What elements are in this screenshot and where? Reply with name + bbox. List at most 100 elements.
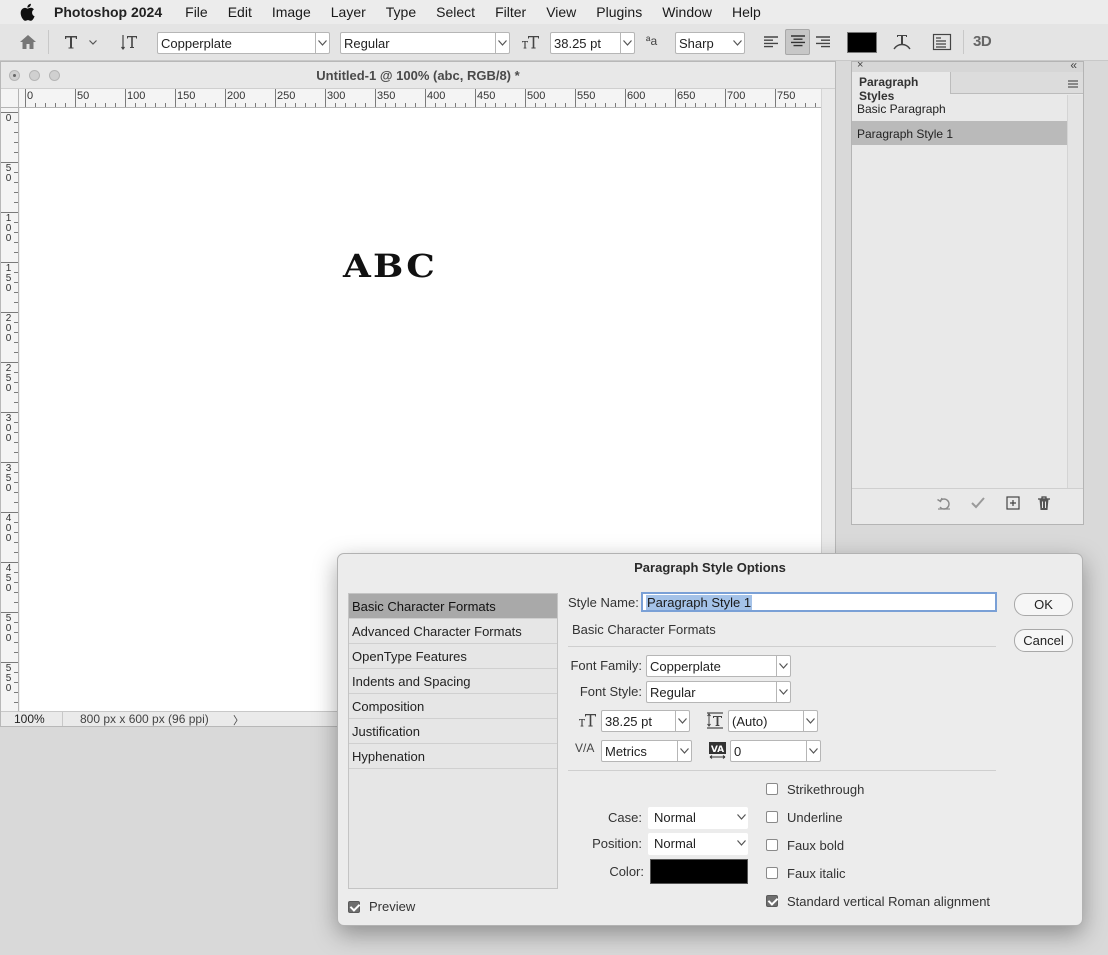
ruler-tick [725, 89, 726, 107]
font-size-dropdown[interactable]: 38.25 pt [601, 710, 690, 732]
faux-bold-label: Faux bold [787, 838, 845, 853]
align-right-icon[interactable] [812, 32, 834, 54]
align-center-icon[interactable] [785, 29, 810, 55]
menu-window[interactable]: Window [662, 4, 712, 20]
zoom-level[interactable]: 100% [14, 712, 45, 726]
cancel-button[interactable]: Cancel [1014, 629, 1073, 652]
ruler-tick [14, 522, 18, 523]
ruler-tick [14, 222, 18, 223]
style-item-basic-paragraph[interactable]: Basic Paragraph [852, 96, 1067, 120]
menu-type[interactable]: Type [386, 4, 416, 20]
status-menu-arrow-icon[interactable]: 〉 [233, 712, 244, 728]
style-name-input[interactable]: Paragraph Style 1 [641, 592, 997, 612]
antialias-select[interactable]: Sharp [675, 32, 745, 54]
font-family-dropdown[interactable]: Copperplate [646, 655, 791, 677]
chevron-down-icon[interactable] [88, 36, 98, 48]
category-indents-and-spacing[interactable]: Indents and Spacing [349, 669, 557, 694]
ruler-tick [355, 103, 356, 107]
ruler-label: 300 [327, 90, 346, 102]
ruler-tick [125, 89, 126, 107]
category-justification[interactable]: Justification [349, 719, 557, 744]
menu-image[interactable]: Image [272, 4, 311, 20]
apple-icon[interactable] [19, 3, 39, 21]
menu-select[interactable]: Select [436, 4, 475, 20]
ok-button[interactable]: OK [1014, 593, 1073, 616]
font-family-select[interactable]: Copperplate [157, 32, 330, 54]
position-dropdown[interactable]: Normal [648, 833, 748, 855]
ruler-tick [775, 89, 776, 107]
ruler-tick [195, 103, 196, 107]
document-title-bar[interactable]: Untitled-1 @ 100% (abc, RGB/8) * [1, 62, 835, 89]
panel-footer [852, 488, 1083, 518]
standard-vertical-roman-alignment-checkbox[interactable] [766, 895, 778, 907]
antialias-value: Sharp [679, 36, 714, 51]
panel-menu-icon[interactable] [1067, 77, 1079, 92]
ruler-origin[interactable] [1, 89, 19, 108]
ruler-tick [14, 132, 18, 133]
ruler-label: 500 [5, 613, 12, 644]
category-basic-character-formats[interactable]: Basic Character Formats [349, 594, 557, 619]
ruler-tick [695, 103, 696, 107]
menu-view[interactable]: View [546, 4, 576, 20]
menu-edit[interactable]: Edit [228, 4, 252, 20]
toggle-text-orientation-icon[interactable] [119, 31, 141, 53]
font-size-select[interactable]: 38.25 pt [550, 32, 635, 54]
font-style-dropdown[interactable]: Regular [646, 681, 791, 703]
category-hyphenation[interactable]: Hyphenation [349, 744, 557, 769]
menu-plugins[interactable]: Plugins [596, 4, 642, 20]
font-size-icon [520, 32, 542, 52]
font-size-value: 38.25 pt [554, 36, 601, 51]
vertical-ruler[interactable]: 0 50 100 150 200 250 300 350 400 450 500 550 [1, 108, 19, 711]
strikethrough-label: Strikethrough [787, 782, 865, 797]
ruler-tick [14, 192, 18, 193]
kerning-dropdown[interactable]: Metrics [601, 740, 692, 762]
menu-help[interactable]: Help [732, 4, 761, 20]
ruler-tick [665, 103, 666, 107]
ruler-label: 450 [477, 90, 496, 102]
underline-checkbox[interactable] [766, 811, 778, 823]
menu-layer[interactable]: Layer [331, 4, 366, 20]
align-left-icon[interactable] [760, 32, 782, 54]
3d-icon[interactable]: 3D [973, 33, 992, 50]
tab-paragraph-styles[interactable]: Paragraph Styles [852, 72, 951, 103]
horizontal-ruler[interactable]: 0 50 100 150 200 250 300 350 400 450 500 550 600 650 7… [19, 89, 821, 108]
menu-file[interactable]: File [185, 4, 208, 20]
ruler-tick [14, 372, 18, 373]
panel-header[interactable]: × « [852, 58, 1083, 72]
menu-filter[interactable]: Filter [495, 4, 526, 20]
font-style-value: Regular [650, 685, 696, 700]
preview-checkbox[interactable] [348, 901, 360, 913]
category-opentype-features[interactable]: OpenType Features [349, 644, 557, 669]
strikethrough-checkbox[interactable] [766, 783, 778, 795]
faux-bold-checkbox[interactable] [766, 839, 778, 851]
canvas-text-layer[interactable]: ABC [343, 247, 437, 285]
collapse-panel-icon[interactable]: « [1070, 58, 1077, 72]
home-icon[interactable] [17, 32, 39, 52]
checkmark-icon[interactable] [970, 495, 986, 514]
category-composition[interactable]: Composition [349, 694, 557, 719]
close-panel-icon[interactable]: × [857, 59, 863, 71]
trash-icon[interactable] [1036, 495, 1052, 514]
case-dropdown[interactable]: Normal [648, 807, 748, 829]
menu-bar: Photoshop 2024 File Edit Image Layer Typ… [0, 0, 1108, 24]
warp-text-icon[interactable] [890, 30, 914, 54]
ruler-tick [495, 103, 496, 107]
color-swatch[interactable] [650, 859, 748, 884]
svg-text:VA: VA [710, 745, 723, 755]
ruler-tick [14, 272, 18, 273]
text-color-swatch[interactable] [847, 32, 877, 53]
ruler-tick [465, 103, 466, 107]
new-style-icon[interactable] [1005, 495, 1021, 514]
panel-scrollbar[interactable] [1067, 95, 1083, 488]
style-item-paragraph-style-1[interactable]: Paragraph Style 1 [852, 121, 1067, 145]
faux-italic-checkbox[interactable] [766, 867, 778, 879]
tracking-dropdown[interactable]: 0 [730, 740, 821, 762]
leading-dropdown[interactable]: (Auto) [728, 710, 818, 732]
app-menu[interactable]: Photoshop 2024 [54, 4, 162, 20]
clear-override-icon[interactable] [936, 495, 952, 514]
character-paragraph-panel-icon[interactable] [930, 30, 954, 54]
type-tool-icon[interactable] [61, 31, 81, 53]
font-style-select[interactable]: Regular [340, 32, 510, 54]
section-title: Basic Character Formats [572, 622, 716, 637]
category-advanced-character-formats[interactable]: Advanced Character Formats [349, 619, 557, 644]
